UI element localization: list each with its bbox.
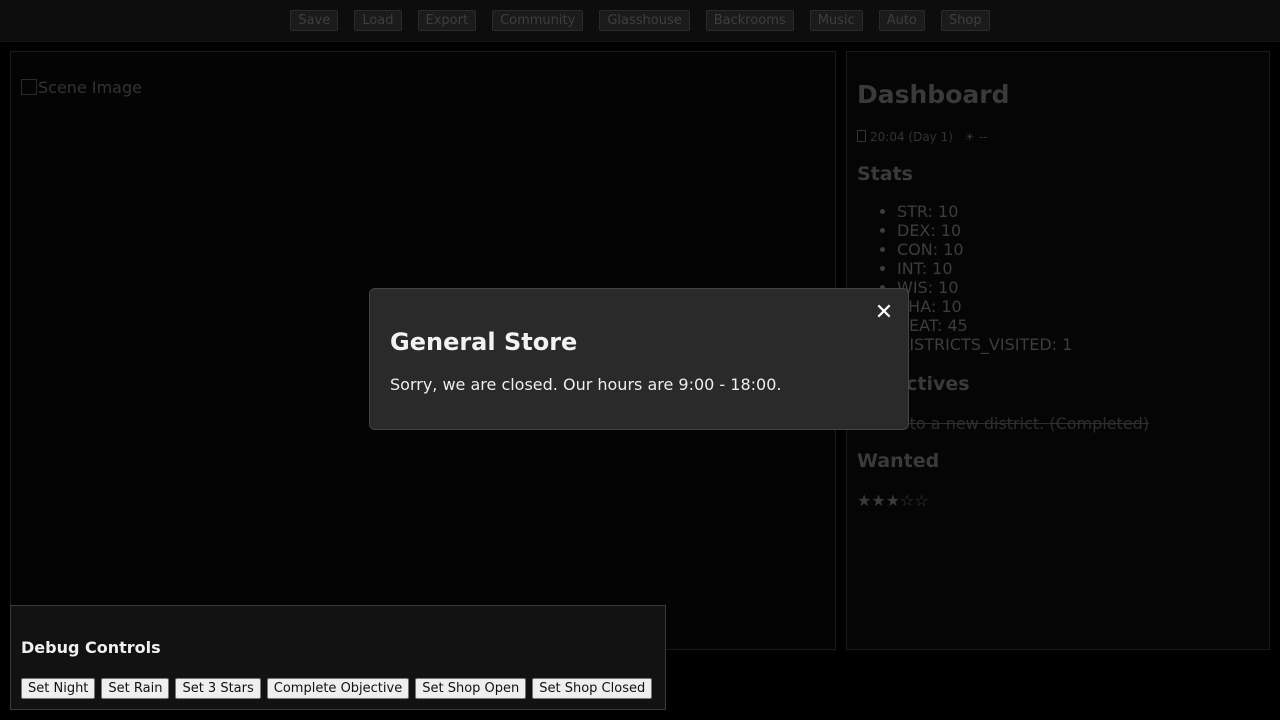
export-button[interactable]: Export [417,10,477,31]
music-button[interactable]: Music [809,10,863,31]
stat-cha: CHA: 10 [897,297,1072,316]
stat-districts-visited: DISTRICTS_VISITED: 1 [897,335,1072,354]
wanted-stars: ★★★☆☆ [857,491,929,510]
glasshouse-button[interactable]: Glasshouse [599,10,690,31]
store-modal: ✕ General Store Sorry, we are closed. Ou… [369,288,909,430]
clock-icon [857,130,866,142]
time-text: 20:04 (Day 1) [870,130,953,144]
stat-heat: HEAT: 45 [897,316,1072,335]
stat-wis: WIS: 10 [897,278,1072,297]
scene-image-alt: Scene Image [38,78,142,97]
complete-objective-button[interactable]: Complete Objective [266,678,410,699]
dashboard-panel: Dashboard 20:04 (Day 1) ☀ -- Stats STR: … [846,51,1270,650]
modal-title: General Store [390,328,578,356]
backrooms-button[interactable]: Backrooms [705,10,794,31]
scene-image: Scene Image [21,78,142,97]
close-icon[interactable]: ✕ [873,302,895,324]
stat-con: CON: 10 [897,240,1072,259]
set-rain-button[interactable]: Set Rain [101,678,170,699]
set-night-button[interactable]: Set Night [21,678,96,699]
debug-button-row: Set Night Set Rain Set 3 Stars Complete … [21,678,653,699]
time-weather-line: 20:04 (Day 1) ☀ -- [857,130,988,144]
debug-panel: Debug Controls Set Night Set Rain Set 3 … [10,605,666,710]
stat-dex: DEX: 10 [897,221,1072,240]
stat-int: INT: 10 [897,259,1072,278]
community-button[interactable]: Community [492,10,584,31]
modal-message: Sorry, we are closed. Our hours are 9:00… [390,375,782,394]
debug-title: Debug Controls [21,638,161,657]
stat-str: STR: 10 [897,202,1072,221]
stats-heading: Stats [857,163,913,185]
load-button[interactable]: Load [354,10,402,31]
auto-button[interactable]: Auto [878,10,925,31]
top-nav: Save Load Export Community Glasshouse Ba… [0,0,1280,42]
wanted-heading: Wanted [857,450,940,472]
set-shop-open-button[interactable]: Set Shop Open [415,678,527,699]
broken-image-icon [21,79,37,95]
shop-button[interactable]: Shop [940,10,990,31]
dashboard-title: Dashboard [857,80,1010,109]
save-button[interactable]: Save [290,10,339,31]
weather-text: ☀ -- [964,130,988,144]
set-shop-closed-button[interactable]: Set Shop Closed [532,678,653,699]
set-3-stars-button[interactable]: Set 3 Stars [175,678,261,699]
